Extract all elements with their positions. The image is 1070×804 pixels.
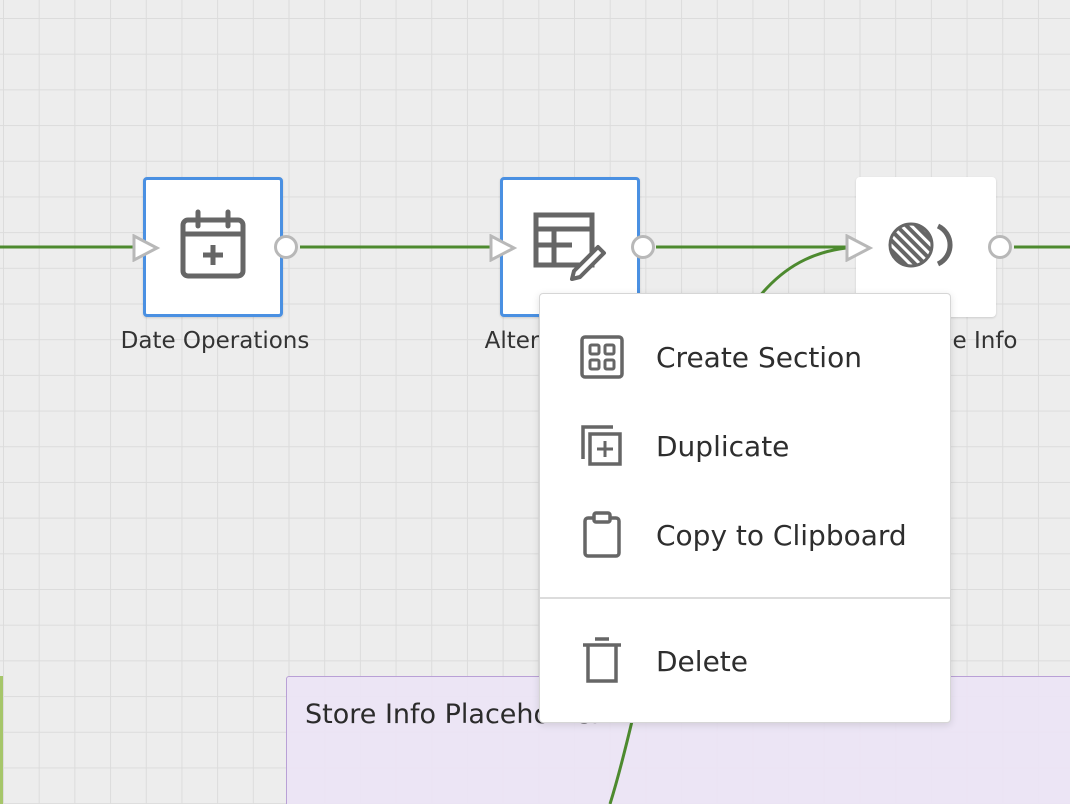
node-label-store-info: e Info — [952, 328, 1018, 354]
grid-section-icon — [578, 333, 626, 381]
menu-item-copy-to-clipboard[interactable]: Copy to Clipboard — [540, 499, 950, 571]
menu-label-copy-to-clipboard: Copy to Clipboard — [656, 518, 907, 552]
menu-label-create-section: Create Section — [656, 340, 862, 374]
context-menu: Create Section Duplicate Copy to Clipboa… — [539, 293, 951, 723]
clipboard-icon — [578, 511, 626, 559]
workflow-canvas[interactable]: Store Info Placeholder Date Operations A… — [0, 0, 1070, 804]
output-port-alter[interactable] — [631, 235, 655, 259]
output-port-date-operations[interactable] — [274, 235, 298, 259]
menu-item-delete[interactable]: Delete — [540, 625, 950, 697]
node-date-operations[interactable] — [143, 177, 283, 317]
calendar-plus-icon — [178, 208, 248, 286]
output-port-store-info[interactable] — [988, 235, 1012, 259]
menu-item-duplicate[interactable]: Duplicate — [540, 410, 950, 482]
menu-label-duplicate: Duplicate — [656, 429, 790, 463]
trash-icon — [578, 637, 626, 685]
input-port-alter[interactable] — [488, 234, 518, 262]
circles-icon — [888, 220, 964, 274]
node-label-alter: Alter — [484, 328, 540, 354]
input-port-date-operations[interactable] — [131, 234, 161, 262]
menu-item-create-section[interactable]: Create Section — [540, 321, 950, 393]
input-port-store-info[interactable] — [844, 234, 874, 262]
duplicate-icon — [578, 422, 626, 470]
table-edit-icon — [532, 209, 608, 285]
menu-divider — [540, 597, 950, 599]
node-label-date-operations: Date Operations — [120, 328, 310, 354]
menu-label-delete: Delete — [656, 644, 748, 678]
